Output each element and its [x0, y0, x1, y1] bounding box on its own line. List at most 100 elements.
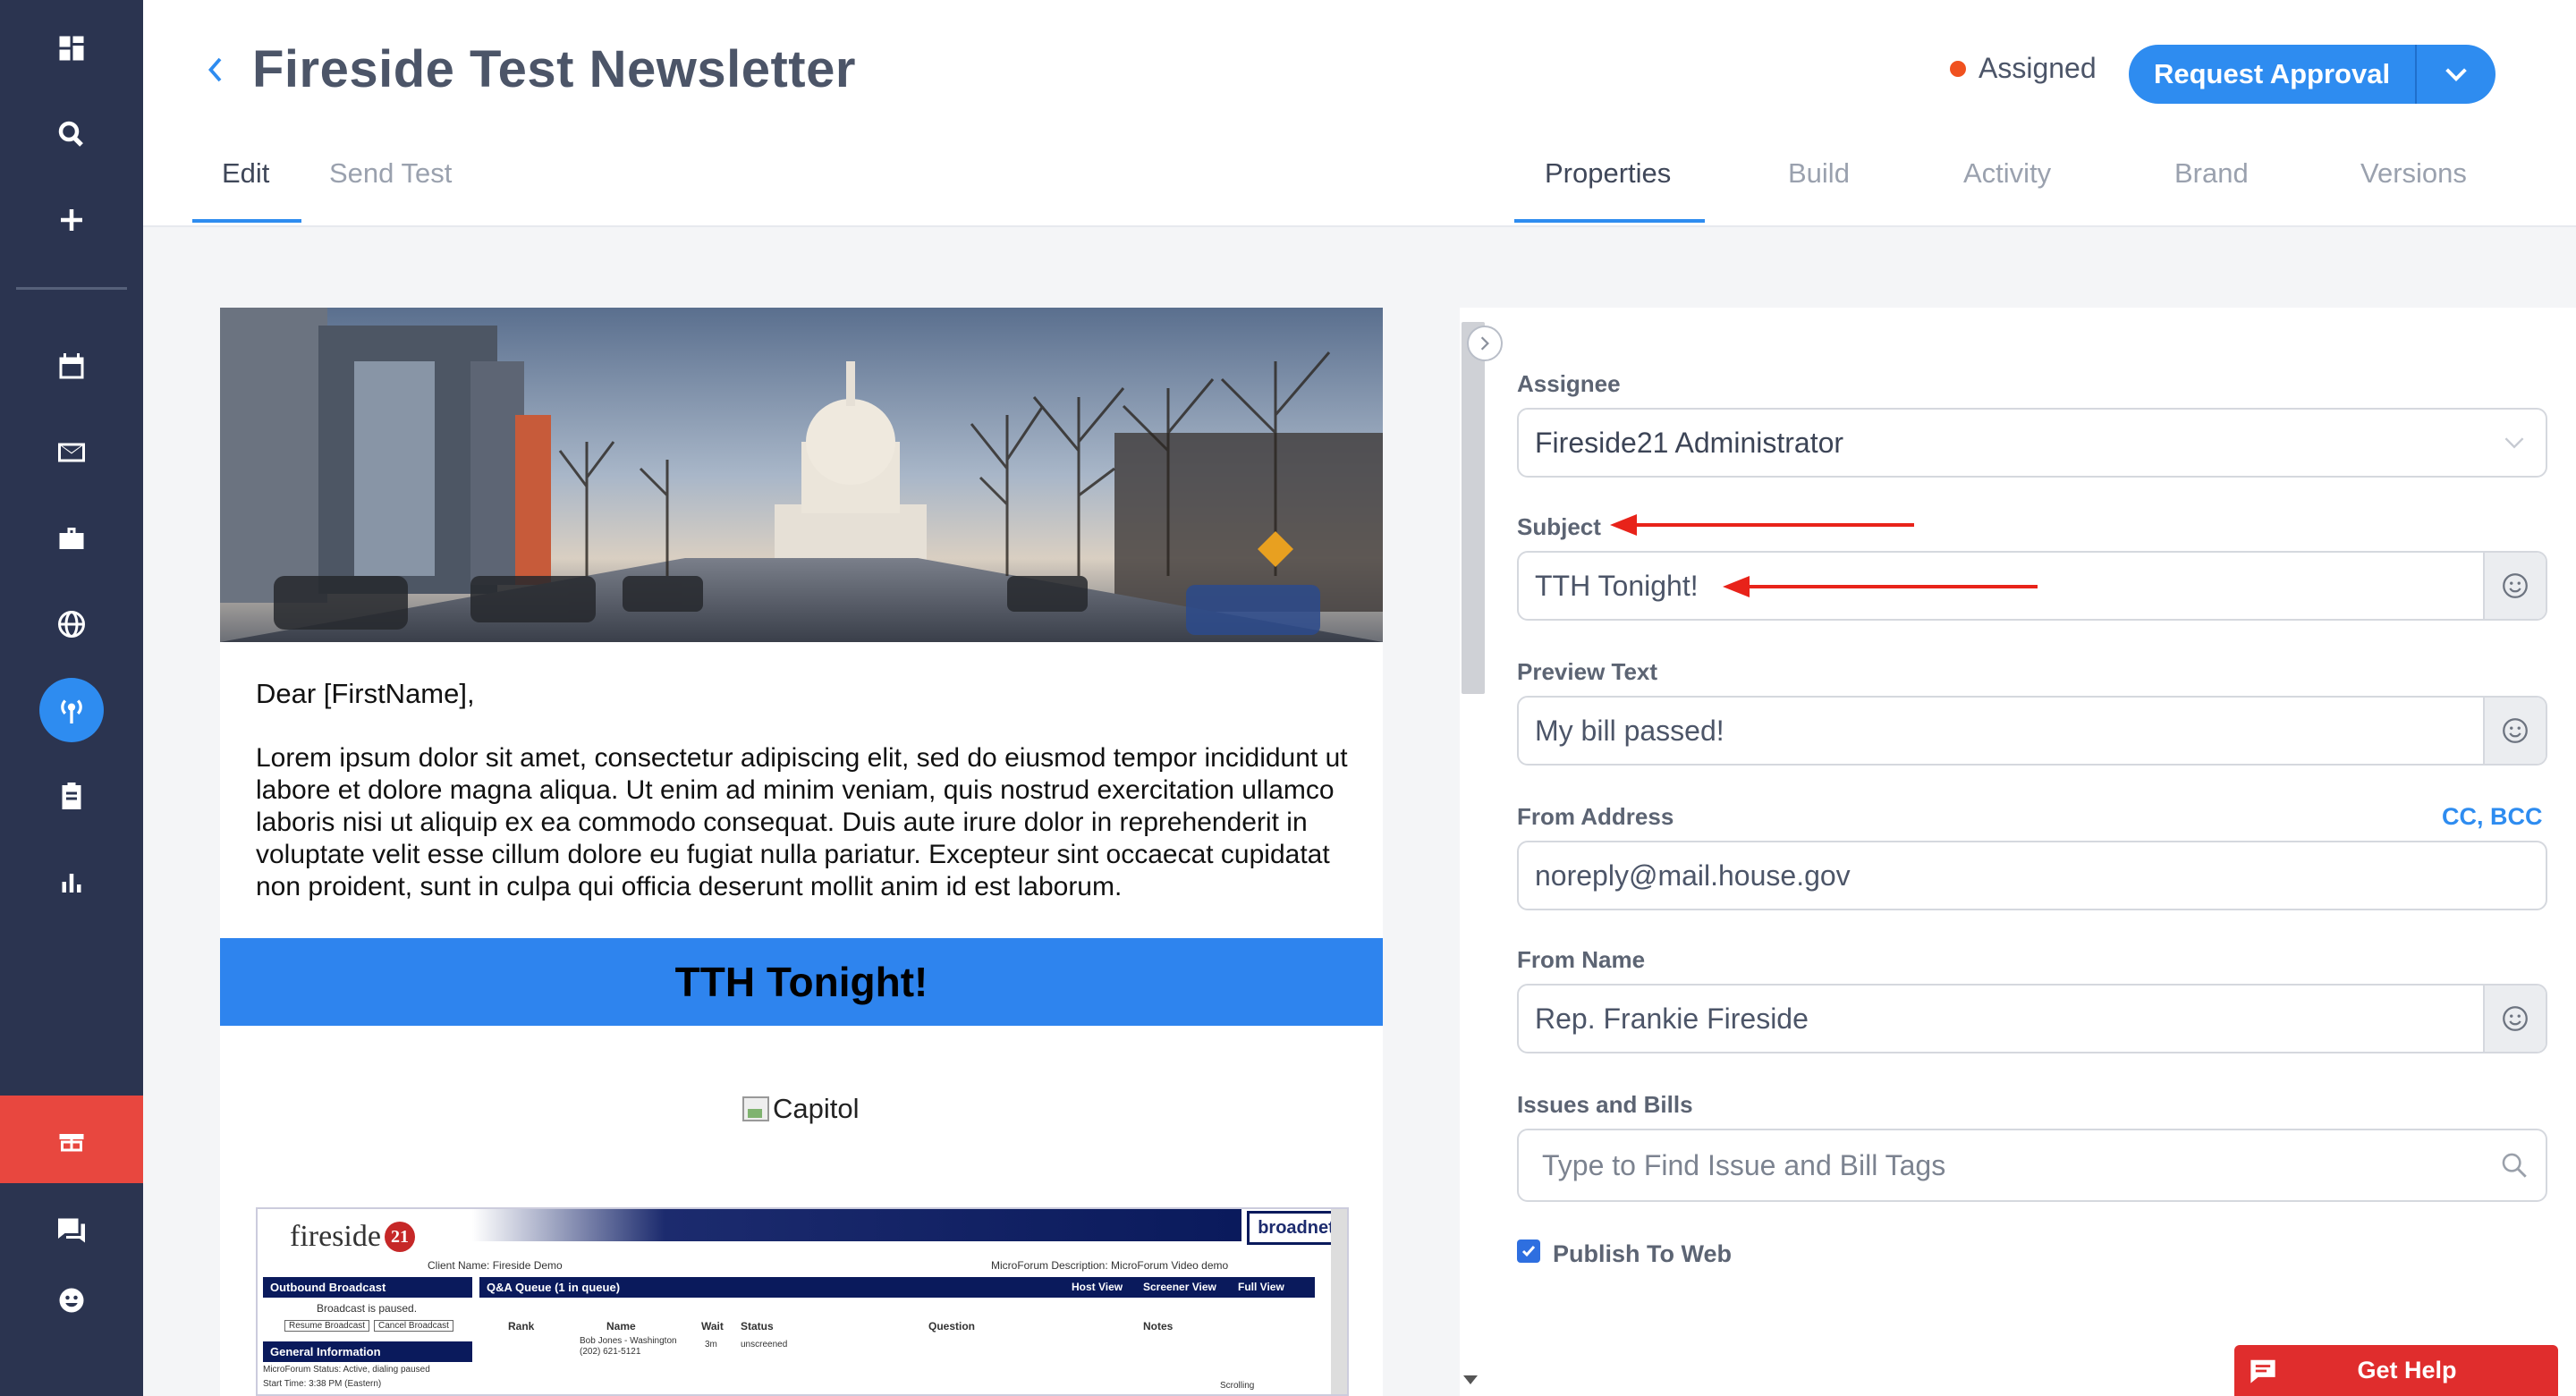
publish-to-web-label: Publish To Web [1553, 1240, 1732, 1267]
clipboard-icon[interactable] [45, 769, 98, 823]
get-help-button[interactable]: Get Help [2234, 1345, 2558, 1396]
tab-activity[interactable]: Activity [1963, 157, 2051, 190]
host-view-tab: Host View [1072, 1281, 1123, 1293]
preview-emoji-icon[interactable] [2483, 698, 2546, 764]
capitol-image: Capitol [742, 1093, 860, 1125]
annotation-arrow-icon [1610, 514, 1914, 536]
cc-bcc-link[interactable]: CC, BCC [2442, 803, 2543, 831]
search-icon[interactable] [45, 107, 98, 161]
broken-image-icon [742, 1096, 769, 1121]
tab-brand[interactable]: Brand [2174, 157, 2249, 190]
fireside-logo-badge: 21 [384, 1222, 415, 1252]
tab-versions[interactable]: Versions [2360, 157, 2467, 190]
assignee-select[interactable]: Fireside21 Administrator [1517, 408, 2547, 478]
hero-image [220, 308, 1383, 642]
assignment-status: Assigned [1950, 52, 2097, 85]
canvas-gutter-left [143, 308, 220, 1396]
fireside-logo: fireside 21 [290, 1220, 415, 1254]
assignee-label: Assignee [1517, 370, 1621, 397]
get-help-label: Get Help [2357, 1357, 2457, 1383]
dashboard-icon[interactable] [45, 21, 98, 75]
tab-properties-underline [1514, 219, 1705, 223]
scroll-down-arrow-icon[interactable] [1463, 1375, 1478, 1384]
client-name: Client Name: Fireside Demo [428, 1259, 563, 1272]
request-approval-group: Request Approval [2129, 45, 2496, 104]
email-greeting: Dear [FirstName], [256, 678, 475, 709]
request-approval-button[interactable]: Request Approval [2129, 58, 2415, 90]
from-address-label: From Address [1517, 803, 1674, 830]
from-name-input[interactable]: Rep. Frankie Fireside [1517, 984, 2547, 1053]
subject-label: Subject [1517, 513, 1601, 540]
row-name: Bob Jones - Washington [580, 1336, 677, 1346]
cancel-broadcast-button: Cancel Broadcast [374, 1320, 453, 1332]
preview-text-input[interactable]: My bill passed! [1517, 696, 2547, 766]
fireside-logo-text: fireside [290, 1220, 381, 1253]
issues-bills-input[interactable]: Type to Find Issue and Bill Tags [1517, 1129, 2547, 1202]
publish-to-web-checkbox[interactable] [1517, 1239, 1540, 1263]
status-text: Assigned [1979, 52, 2097, 84]
image-alt-text: Capitol [773, 1093, 860, 1124]
briefcase-icon[interactable] [45, 512, 98, 565]
from-address-input[interactable]: noreply@mail.house.gov [1517, 841, 2547, 910]
col-notes: Notes [1143, 1320, 1174, 1333]
status-dot [1950, 60, 1966, 77]
email-banner: TTH Tonight! [220, 938, 1383, 1026]
banner-text: TTH Tonight! [674, 959, 928, 1005]
mail-icon[interactable] [45, 426, 98, 479]
screenshot-navband [472, 1209, 1241, 1241]
bar-chart-icon[interactable] [45, 855, 98, 909]
sidebar [0, 0, 143, 1396]
subject-emoji-icon[interactable] [2483, 553, 2546, 619]
smiley-icon[interactable] [45, 1273, 98, 1327]
row-wait: 3m [705, 1340, 717, 1349]
screener-view-tab: Screener View [1143, 1281, 1216, 1293]
col-name: Name [606, 1320, 636, 1333]
from-name-emoji-icon[interactable] [2483, 986, 2546, 1052]
general-info-panel: General Information [263, 1341, 472, 1362]
col-question: Question [928, 1320, 976, 1333]
embedded-screenshot: fireside 21 broadnet Client Name: Firesi… [256, 1207, 1349, 1396]
tab-edit[interactable]: Edit [222, 157, 269, 190]
chat-icon[interactable] [45, 1204, 98, 1257]
row-phone: (202) 621-5121 [580, 1347, 641, 1357]
request-options-chevron-icon[interactable] [2417, 45, 2496, 104]
from-name-label: From Name [1517, 946, 1646, 973]
tab-build[interactable]: Build [1788, 157, 1850, 190]
screenshot-scrollbar [1331, 1209, 1347, 1394]
from-name-value: Rep. Frankie Fireside [1535, 1002, 1809, 1035]
preview-text-value: My bill passed! [1535, 714, 1724, 747]
back-chevron-icon[interactable] [199, 52, 231, 88]
tab-properties[interactable]: Properties [1545, 157, 1671, 190]
canvas-gutter-right [1383, 308, 1460, 1396]
email-preview[interactable]: Dear [FirstName], Lorem ipsum dolor sit … [220, 308, 1383, 1396]
email-body: Lorem ipsum dolor sit amet, consectetur … [256, 743, 1348, 901]
info-start-time: Start Time: 3:38 PM (Eastern) [263, 1379, 382, 1389]
issues-bills-label: Issues and Bills [1517, 1091, 1693, 1118]
globe-icon[interactable] [45, 597, 98, 651]
annotation-arrow-icon [1723, 576, 2038, 597]
sidebar-divider [16, 287, 127, 290]
col-wait: Wait [701, 1320, 724, 1333]
tab-send-test[interactable]: Send Test [329, 157, 452, 190]
preview-text-label: Preview Text [1517, 658, 1658, 685]
tab-edit-underline [192, 219, 301, 223]
from-address-value: noreply@mail.house.gov [1535, 859, 1851, 892]
search-icon[interactable] [2483, 1130, 2546, 1200]
row-status: unscreened [741, 1340, 788, 1349]
app-root: Fireside Test Newsletter Assigned Reques… [0, 0, 2576, 1396]
collapse-panel-chevron-icon[interactable] [1467, 326, 1503, 361]
full-view-tab: Full View [1238, 1281, 1284, 1293]
resume-broadcast-button: Resume Broadcast [284, 1320, 370, 1332]
col-status: Status [741, 1320, 774, 1333]
chevron-down-icon [2483, 410, 2546, 476]
outbound-status: Broadcast is paused. [317, 1302, 418, 1315]
info-status: MicroForum Status: Active, dialing pause… [263, 1365, 430, 1375]
event-description: MicroForum Description: MicroForum Video… [991, 1259, 1229, 1272]
preview-scrollbar-thumb[interactable] [1462, 322, 1485, 694]
calendar-icon[interactable] [45, 340, 98, 393]
broadcast-icon[interactable] [39, 678, 104, 742]
outbound-panel: Outbound Broadcast [263, 1277, 472, 1298]
chat-bubble-icon [2234, 1345, 2292, 1396]
gift-icon[interactable] [0, 1096, 143, 1183]
plus-icon[interactable] [45, 193, 98, 247]
